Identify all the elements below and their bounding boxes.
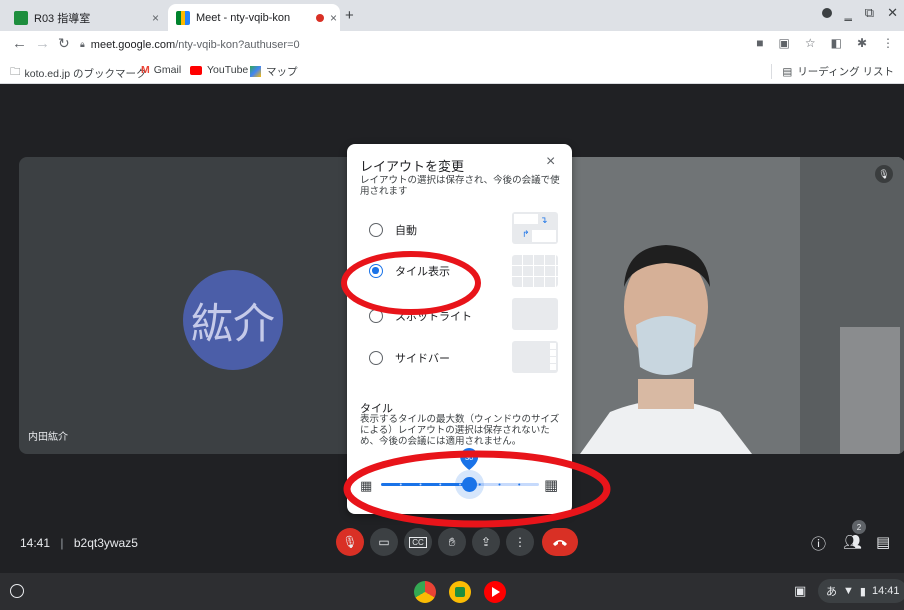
slider-tick bbox=[498, 483, 501, 486]
tile-slider-knob[interactable] bbox=[461, 477, 477, 492]
slider-tick bbox=[518, 483, 521, 486]
slider-tick bbox=[478, 483, 481, 486]
grid-large-icon: ▦ bbox=[544, 477, 559, 494]
slider-tick bbox=[439, 483, 442, 486]
slider-tick bbox=[399, 483, 402, 486]
tile-slider-ticks bbox=[399, 483, 521, 486]
slider-tick bbox=[459, 483, 461, 486]
slider-tick bbox=[419, 483, 422, 486]
